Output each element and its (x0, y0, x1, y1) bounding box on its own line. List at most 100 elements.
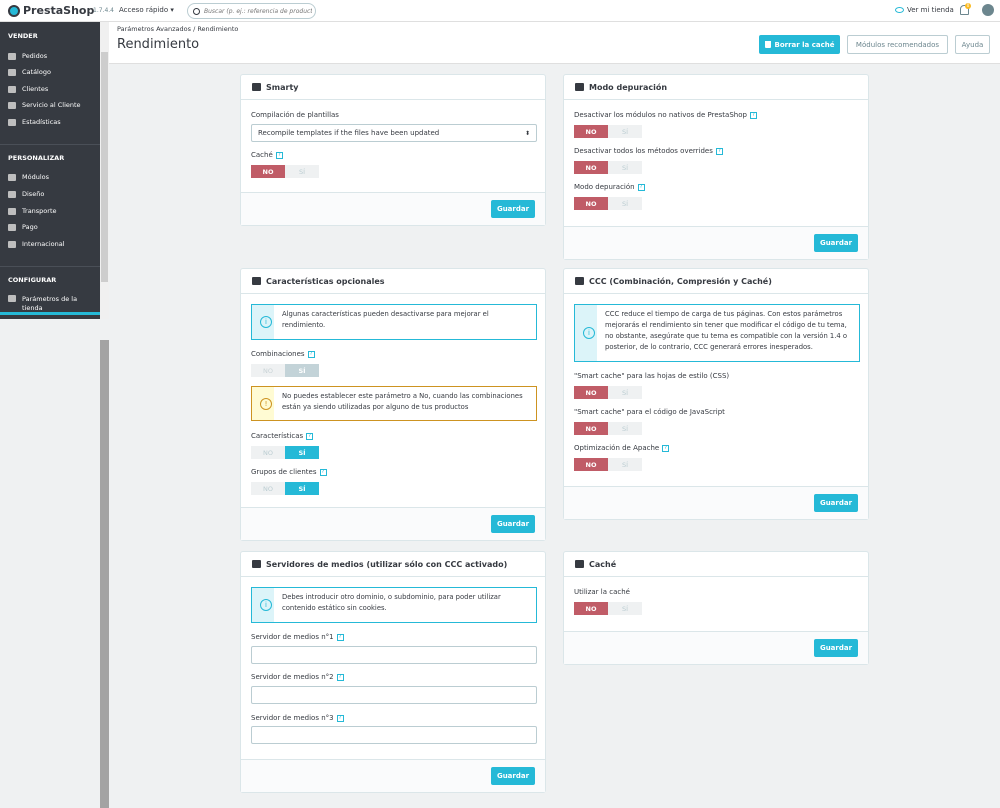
sidebar-item-shipping[interactable]: Transporte (8, 207, 57, 215)
sidebar-item-orders[interactable]: Pedidos (8, 52, 47, 60)
switch-no[interactable]: NO (251, 446, 285, 459)
sidebar-item-customers[interactable]: Clientes (8, 85, 48, 93)
smarty-cache-switch[interactable]: NO SÍ (251, 165, 319, 178)
sidebar-item-international[interactable]: Internacional (8, 240, 65, 248)
switch-yes[interactable]: SÍ (608, 161, 642, 174)
sidebar-item-label: Diseño (22, 190, 45, 198)
truck-icon (8, 207, 16, 215)
view-store-link[interactable]: Ver mi tienda (895, 6, 954, 14)
switch-no[interactable]: NO (574, 386, 608, 399)
briefcase-icon (252, 83, 261, 91)
sidebar-item-customer-service[interactable]: Servicio al Cliente (8, 101, 81, 109)
switch-yes[interactable]: SÍ (285, 165, 319, 178)
sidebar-item-design[interactable]: Diseño (8, 190, 44, 198)
switch-yes[interactable]: SÍ (285, 446, 319, 459)
use-cache-switch[interactable]: NO SÍ (574, 602, 642, 615)
user-icon[interactable] (982, 4, 994, 16)
switch-yes[interactable]: SÍ (608, 125, 642, 138)
sidebar-divider (0, 144, 100, 145)
features-switch[interactable]: NO SÍ (251, 446, 319, 459)
scrollbar-thumb[interactable] (101, 52, 108, 282)
label-text: Servidor de medios n°2 (251, 673, 334, 681)
help-icon[interactable]: ? (319, 468, 327, 476)
media-server-1-input[interactable] (251, 646, 537, 664)
switch-no[interactable]: NO (574, 161, 608, 174)
optional-features-panel: Características opcionales i Algunas cara… (240, 268, 546, 541)
disable-modules-switch[interactable]: NO SÍ (574, 125, 642, 138)
select-value: Recompile templates if the files have be… (258, 129, 440, 137)
switch-yes[interactable]: SÍ (608, 602, 642, 615)
apache-switch[interactable]: NO SÍ (574, 458, 642, 471)
switch-yes[interactable]: SÍ (608, 422, 642, 435)
help-icon[interactable]: ? (662, 444, 670, 452)
link-icon (575, 560, 584, 568)
switch-no[interactable]: NO (574, 458, 608, 471)
sidebar-item-payment[interactable]: Pago (8, 223, 38, 231)
prestashop-logo[interactable]: PrestaShop (8, 4, 94, 17)
save-button[interactable]: Guardar (814, 494, 858, 512)
panel-title: Servidores de medios (utilizar sólo con … (266, 559, 508, 569)
cart-icon (8, 52, 16, 60)
sidebar-item-modules[interactable]: Módulos (8, 173, 49, 181)
sidebar-item-shop-parameters[interactable]: Parámetros de la tienda (8, 295, 77, 313)
save-button[interactable]: Guardar (491, 515, 535, 533)
sidebar-scrollbar[interactable] (100, 22, 109, 319)
help-icon[interactable]: ? (637, 183, 645, 191)
label-text: Desactivar los módulos no nativos de Pre… (574, 111, 747, 119)
save-button[interactable]: Guardar (814, 639, 858, 657)
save-button[interactable]: Guardar (491, 200, 535, 218)
recommended-modules-button[interactable]: Módulos recomendados (847, 35, 948, 54)
compile-templates-select[interactable]: Recompile templates if the files have be… (251, 124, 537, 142)
switch-no[interactable]: NO (251, 482, 285, 495)
help-icon[interactable]: ? (336, 633, 344, 641)
save-button[interactable]: Guardar (491, 767, 535, 785)
disable-modules-label: Desactivar los módulos no nativos de Pre… (574, 111, 757, 119)
switch-no[interactable]: NO (574, 422, 608, 435)
media-server-2-label: Servidor de medios n°2? (251, 673, 344, 681)
chat-icon (8, 101, 16, 109)
switch-yes[interactable]: SÍ (608, 197, 642, 210)
help-icon[interactable]: ? (336, 714, 344, 722)
help-icon[interactable]: ? (306, 432, 314, 440)
save-button[interactable]: Guardar (814, 234, 858, 252)
media-server-3-input[interactable] (251, 726, 537, 744)
combinations-label: Combinaciones? (251, 350, 315, 358)
help-icon[interactable]: ? (307, 350, 315, 358)
switch-yes[interactable]: SÍ (285, 482, 319, 495)
label-text: Características (251, 432, 304, 440)
ccc-panel: CCC (Combinación, Compresión y Caché) iC… (563, 268, 869, 520)
panel-heading: CCC (Combinación, Compresión y Caché) (564, 269, 868, 294)
css-cache-switch[interactable]: NO SÍ (574, 386, 642, 399)
js-cache-switch[interactable]: NO SÍ (574, 422, 642, 435)
panel-title: Características opcionales (266, 276, 385, 286)
switch-no[interactable]: NO (574, 602, 608, 615)
help-icon[interactable]: ? (749, 111, 757, 119)
switch-no[interactable]: NO (251, 165, 285, 178)
sidebar-item-stats[interactable]: Estadísticas (8, 118, 61, 126)
top-header: PrestaShop 1.7.4.4 Acceso rápido ▾ Ver m… (0, 0, 1000, 22)
media-server-2-input[interactable] (251, 686, 537, 704)
search-icon[interactable] (193, 7, 200, 15)
switch-yes[interactable]: SÍ (608, 458, 642, 471)
breadcrumb[interactable]: Parámetros Avanzados / Rendimiento (117, 25, 238, 33)
customer-groups-switch[interactable]: NO SÍ (251, 482, 319, 495)
switch-no[interactable]: NO (574, 125, 608, 138)
sidebar-item-catalog[interactable]: Catálogo (8, 68, 51, 76)
help-button[interactable]: Ayuda (955, 35, 990, 54)
switch-yes[interactable]: SÍ (608, 386, 642, 399)
switch-no[interactable]: NO (574, 197, 608, 210)
quick-access-dropdown[interactable]: Acceso rápido ▾ (119, 6, 174, 14)
disable-overrides-switch[interactable]: NO SÍ (574, 161, 642, 174)
help-icon[interactable]: ? (336, 673, 344, 681)
view-store-label: Ver mi tienda (907, 6, 954, 14)
panel-title: CCC (Combinación, Compresión y Caché) (589, 276, 772, 286)
help-icon[interactable]: ? (715, 147, 723, 155)
page-scrollbar[interactable] (100, 340, 109, 808)
debug-mode-switch[interactable]: NO SÍ (574, 197, 642, 210)
search-input[interactable] (204, 7, 312, 15)
combinations-switch: NO SÍ (251, 364, 319, 377)
credit-card-icon (8, 223, 16, 231)
clear-cache-button[interactable]: Borrar la caché (759, 35, 840, 54)
cache-label: Caché? (251, 151, 283, 159)
help-icon[interactable]: ? (275, 151, 283, 159)
